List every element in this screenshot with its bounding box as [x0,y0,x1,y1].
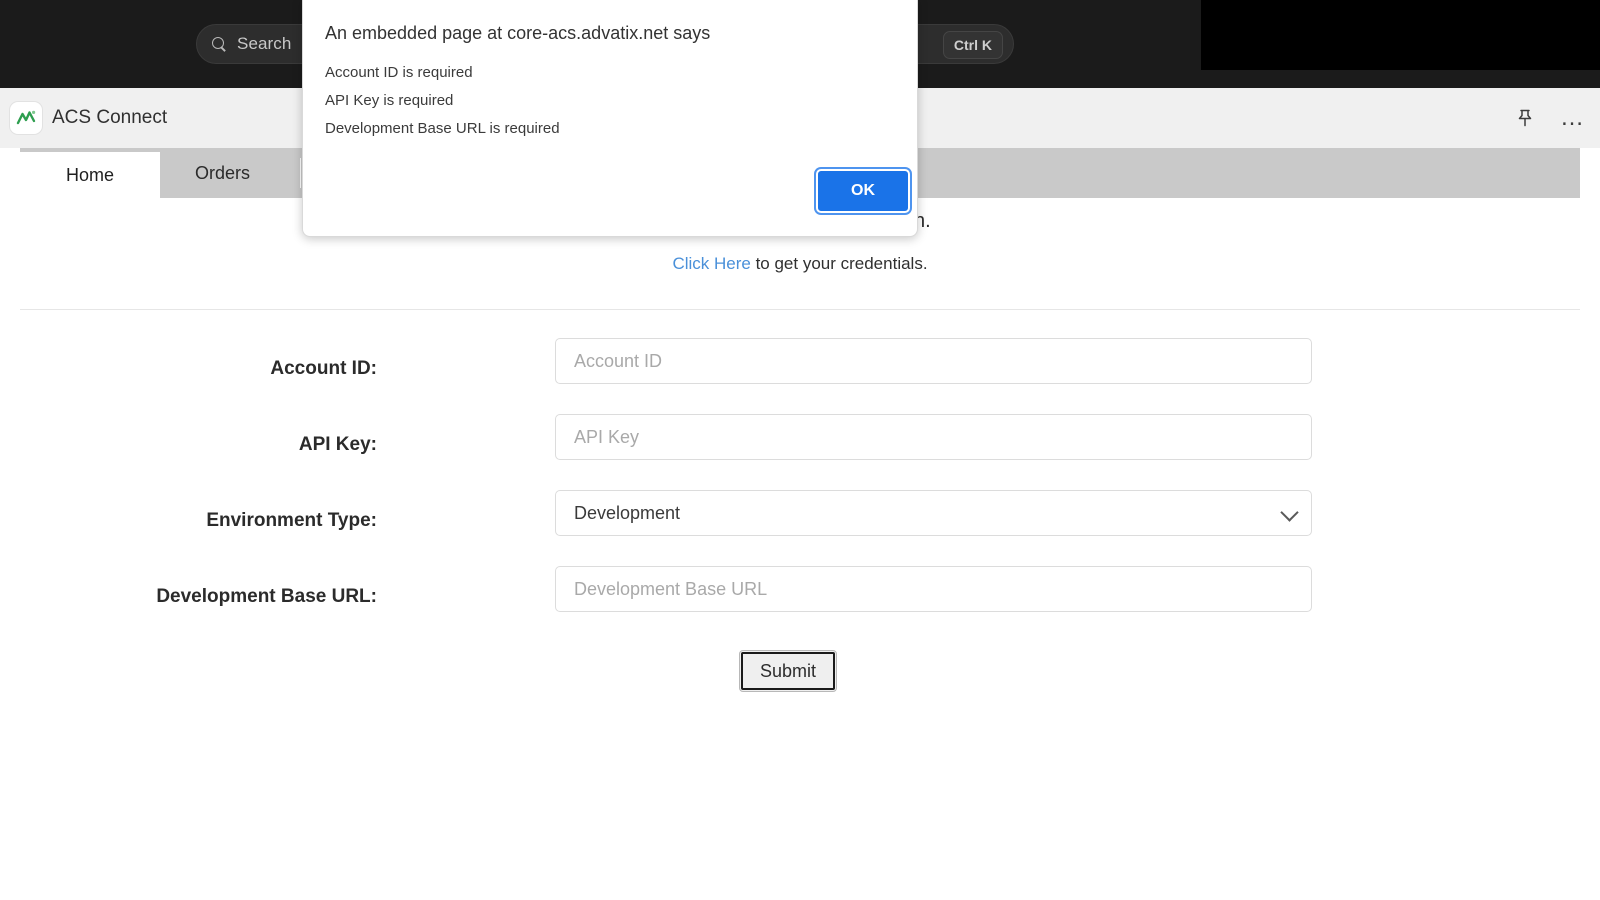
search-shortcut-badge: Ctrl K [943,31,1003,59]
click-here-link[interactable]: Click Here [672,254,750,273]
alert-message: Development Base URL is required [325,115,885,143]
tab-home[interactable]: Home [20,152,160,198]
topbar-black-region [1201,0,1600,70]
tab-divider [300,158,301,188]
alert-dialog: An embedded page at core-acs.advatix.net… [302,0,918,237]
field-row-account-id: Account ID: [0,338,1600,414]
development-base-url-input[interactable] [555,566,1312,612]
acs-logo-icon [10,102,42,134]
control-development-base-url [555,566,1312,612]
submit-row: Submit [0,642,1600,712]
control-api-key [555,414,1312,460]
alert-message: API Key is required [325,87,885,115]
label-development-base-url: Development Base URL: [0,586,377,608]
environment-type-value: Development [574,503,680,524]
label-api-key: API Key: [0,434,377,456]
screen-root: Search Ctrl K ACS Connect … Home Ord [0,0,1600,900]
pin-icon[interactable] [1512,105,1538,131]
app-title: ACS Connect [52,88,167,148]
page-content: e functionalities of this plugin. Click … [0,198,1600,900]
credentials-form: Account ID: API Key: Environment Type: [0,338,1600,712]
search-input[interactable]: Search [237,34,291,54]
tab-orders-label: Orders [195,163,250,184]
alert-dialog-title: An embedded page at core-acs.advatix.net… [325,23,710,44]
environment-type-select[interactable]: Development [555,490,1312,536]
section-divider [20,309,1580,310]
field-row-api-key: API Key: [0,414,1600,490]
tab-home-label: Home [66,165,114,186]
account-id-input[interactable] [555,338,1312,384]
credentials-suffix: to get your credentials. [751,254,928,273]
app-header-actions: … [1512,88,1586,148]
more-options-icon[interactable]: … [1560,105,1586,131]
tab-orders[interactable]: Orders [160,148,285,198]
search-icon [211,36,227,52]
alert-ok-button[interactable]: OK [816,169,910,213]
credentials-line: Click Here to get your credentials. [0,254,1600,274]
field-row-environment-type: Environment Type: Development [0,490,1600,566]
label-environment-type: Environment Type: [0,510,377,532]
submit-button[interactable]: Submit [739,650,837,692]
label-account-id: Account ID: [0,358,377,380]
control-account-id [555,338,1312,384]
alert-dialog-body: Account ID is required API Key is requir… [325,59,885,143]
control-environment-type: Development [555,490,1312,536]
alert-message: Account ID is required [325,59,885,87]
api-key-input[interactable] [555,414,1312,460]
field-row-development-base-url: Development Base URL: [0,566,1600,642]
